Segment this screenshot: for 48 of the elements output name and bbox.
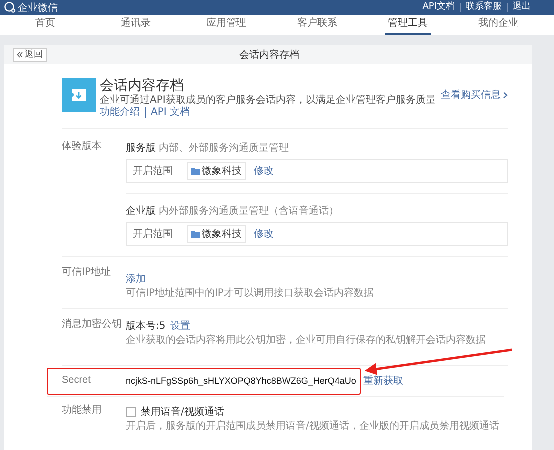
scope-label: 开启范围 [133, 228, 173, 241]
department-name: 微象科技 [202, 164, 242, 178]
hint-text: 企业获取的会话内容将用此公钥加密，企业可用自行保存的私钥解开会话内容数据 [126, 335, 487, 347]
field-label: 功能禁用 [62, 405, 103, 418]
folder-icon [191, 230, 200, 238]
checkbox[interactable] [126, 407, 136, 417]
back-button[interactable]: 返回 [13, 48, 47, 62]
field-label: 可信IP地址 [62, 267, 112, 280]
edition-name: 服务版 [126, 142, 156, 155]
folder-icon [191, 168, 200, 174]
department-name: 微象科技 [202, 228, 242, 241]
chevron-icon [503, 92, 508, 98]
nav-tab[interactable]: 我的企业 [475, 15, 522, 35]
field-label: 体验版本 [62, 141, 103, 154]
hint-text: 开启后，服务版的开启范围成员禁用语音/视频通话，企业版的开启成员禁用视频通话 [126, 421, 500, 433]
app-title: 会话内容存档 [100, 78, 185, 94]
doc-link[interactable]: API 文档 [145, 107, 195, 118]
settings-link[interactable]: 设置 [170, 319, 191, 333]
nav-tab[interactable]: 应用管理 [203, 15, 250, 35]
top-link[interactable]: API文档 [418, 3, 460, 12]
app-description: 企业可通过API获取成员的客户服务会话内容，以满足企业管理客户服务质量 [100, 95, 437, 106]
field-label: 消息加密公钥 [62, 319, 123, 332]
refresh-link[interactable]: 重新获取 [363, 374, 404, 388]
page-title: 会话内容存档 [238, 48, 300, 62]
doc-link[interactable]: 功能介绍 [100, 107, 145, 118]
app-icon [62, 78, 96, 112]
chat-bubble-icon [4, 2, 16, 13]
top-link[interactable]: 退出 [507, 3, 536, 12]
hint-text: 可信IP地址范围中的IP才可以调用接口获取会话内容数据 [126, 288, 375, 300]
purchase-info-link[interactable]: 查看购买信息 [441, 88, 508, 102]
nav-tab[interactable]: 通讯录 [112, 15, 160, 35]
secret-value: ncjkS-nLFgSSp6h_sHLYXOPQ8Yhc8BWZ6G_HerQ4aUo [126, 376, 356, 386]
nav-tab[interactable]: 客户联系 [294, 15, 341, 35]
checkbox-label: 禁用语音/视频通话 [141, 406, 224, 419]
edit-link[interactable]: 修改 [254, 227, 274, 241]
double-chevron-icon [17, 52, 23, 58]
edit-link[interactable]: 修改 [254, 164, 274, 178]
edition-name: 企业版 [126, 204, 156, 218]
top-link[interactable]: 联系客服 [460, 3, 507, 12]
field-label: Secret [62, 375, 92, 387]
add-link[interactable]: 添加 [126, 274, 146, 285]
version-text: 版本号:5 [126, 320, 166, 333]
edition-note: 内部、外部服务沟通质量管理 [159, 142, 289, 155]
edition-note: 内外部服务沟通质量管理（含语音通话） [159, 204, 339, 218]
nav-tab[interactable]: 首页 [22, 15, 69, 35]
scope-label: 开启范围 [133, 164, 173, 178]
logo-text: 企业微信 [18, 2, 58, 14]
nav-tab[interactable]: 管理工具 [384, 15, 432, 35]
